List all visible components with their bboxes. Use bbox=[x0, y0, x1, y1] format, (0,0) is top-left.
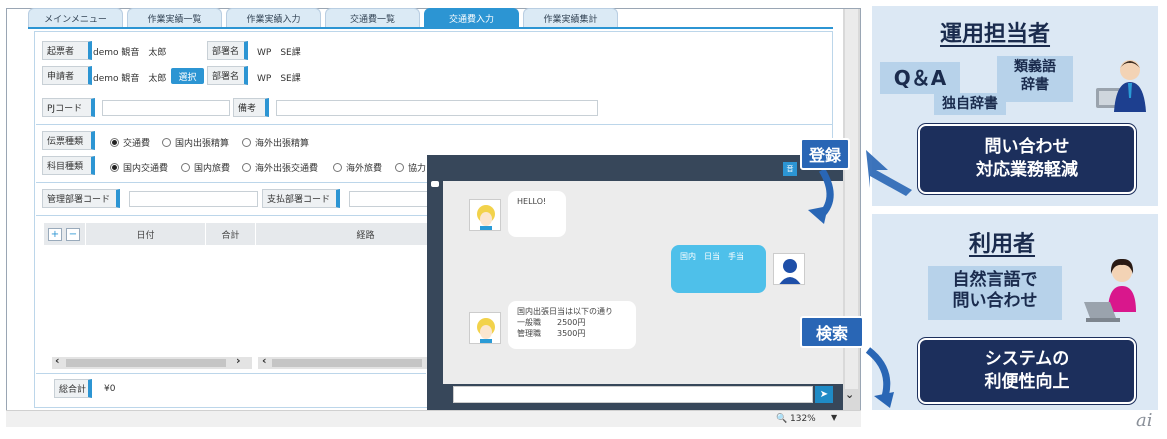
mgmt-dept-code-label: 管理部署コード bbox=[42, 189, 120, 208]
scroll-down-icon[interactable]: ⌄ bbox=[845, 388, 854, 401]
radio-account-domestic-transport[interactable]: 国内交通費 bbox=[110, 161, 168, 174]
tab-expense-list[interactable]: 交通費一覧 bbox=[325, 8, 420, 27]
operator-benefit: 問い合わせ 対応業務軽減 bbox=[918, 124, 1136, 194]
radio-account-partner[interactable]: 協力 bbox=[395, 161, 426, 174]
nl-line: 問い合わせ bbox=[952, 291, 1038, 312]
chat-bubble-icon bbox=[431, 181, 439, 187]
chat-body: HELLO! 国内 日当 手当 国内出張日当は以下の通り 一般職 2500円 管… bbox=[443, 181, 843, 384]
benefit-line: システムの bbox=[984, 349, 1070, 370]
mgmt-dept-code-input[interactable] bbox=[129, 191, 258, 207]
tab-bar: メインメニュー 作業実績一覧 作業実績入力 交通費一覧 交通費入力 作業実績集計 bbox=[28, 8, 622, 27]
chat-input[interactable] bbox=[453, 386, 813, 403]
dept-label-2: 部署名 bbox=[207, 66, 248, 85]
tab-expense-input[interactable]: 交通費入力 bbox=[424, 8, 519, 27]
search-arrow-icon bbox=[865, 347, 894, 408]
benefit-line: 問い合わせ bbox=[984, 137, 1070, 158]
bot-line: 一般職 2500円 bbox=[517, 317, 586, 327]
bot-message-2: 国内出張日当は以下の通り 一般職 2500円 管理職 3500円 bbox=[508, 301, 636, 349]
search-callout: 検索 bbox=[800, 316, 864, 348]
applicant-value: demo 観音 太郎 bbox=[93, 74, 167, 84]
account-type-label: 科目種類 bbox=[42, 156, 95, 175]
add-row-button[interactable]: + bbox=[48, 227, 62, 241]
grid-scrollbar-right[interactable] bbox=[258, 357, 428, 369]
bot-avatar bbox=[469, 199, 501, 231]
custom-dict-tag: 独自辞書 bbox=[934, 93, 1006, 115]
pay-dept-code-label: 支払部署コード bbox=[262, 189, 340, 208]
logo: ai bbox=[1136, 410, 1153, 431]
dept-value-1: WP SE課 bbox=[257, 48, 301, 58]
zoom-level: 132% bbox=[790, 414, 816, 424]
tab-work-list[interactable]: 作業実績一覧 bbox=[127, 8, 222, 27]
slip-type-label: 伝票種類 bbox=[42, 131, 95, 150]
register-return-arrow-icon bbox=[866, 150, 912, 196]
radio-slip-overseas-trip[interactable]: 海外出張精算 bbox=[242, 136, 309, 149]
remarks-input[interactable] bbox=[276, 100, 598, 116]
send-icon: ➤ bbox=[819, 389, 829, 400]
operator-title: 運用担当者 bbox=[940, 22, 1051, 47]
col-date: 日付 bbox=[86, 223, 206, 245]
user-title: 利用者 bbox=[969, 232, 1036, 257]
register-callout: 登録 bbox=[800, 138, 850, 170]
radio-account-domestic-travel[interactable]: 国内旅費 bbox=[181, 161, 230, 174]
bot-avatar bbox=[469, 312, 501, 344]
nl-line: 自然言語で bbox=[952, 270, 1038, 290]
user-benefit: システムの 利便性向上 bbox=[918, 338, 1136, 404]
synonym-dict-tag: 類義語 辞書 bbox=[997, 56, 1073, 102]
natural-language-tag: 自然言語で 問い合わせ bbox=[928, 266, 1062, 320]
tab-work-input[interactable]: 作業実績入力 bbox=[226, 8, 321, 27]
scroll-right-icon[interactable]: › bbox=[236, 354, 241, 367]
dept-label-1: 部署名 bbox=[207, 41, 248, 60]
chat-header-button[interactable]: 音 bbox=[783, 162, 797, 176]
issuer-value: demo 観音 太郎 bbox=[93, 48, 167, 58]
user-message: 国内 日当 手当 bbox=[671, 245, 766, 293]
col-total: 合計 bbox=[206, 223, 256, 245]
qa-tag: Q＆A bbox=[880, 62, 960, 94]
synonym-line: 類義語 bbox=[1014, 59, 1056, 75]
status-bar bbox=[6, 410, 861, 427]
radio-account-overseas-travel[interactable]: 海外旅費 bbox=[333, 161, 382, 174]
grand-total-value: ¥0 bbox=[104, 384, 116, 394]
benefit-line: 利便性向上 bbox=[984, 372, 1070, 392]
scroll-left-icon[interactable]: ‹ bbox=[55, 354, 60, 367]
radio-slip-transport[interactable]: 交通費 bbox=[110, 136, 150, 149]
remarks-label: 備考 bbox=[233, 98, 269, 117]
applicant-label: 申請者 bbox=[42, 66, 92, 85]
send-button[interactable]: ➤ bbox=[815, 386, 833, 403]
benefit-line: 対応業務軽減 bbox=[976, 160, 1078, 180]
issuer-label: 起票者 bbox=[42, 41, 92, 60]
radio-account-overseas-transport[interactable]: 海外出張交通費 bbox=[242, 161, 318, 174]
grand-total-label: 総合計 bbox=[54, 379, 92, 398]
grid-controls: + − bbox=[44, 223, 86, 245]
bot-line: 国内出張日当は以下の通り bbox=[517, 307, 613, 316]
chat-window: 音 HELLO! 国内 日当 手当 国内出張日当は以下の通り 一般職 2500円… bbox=[427, 155, 843, 410]
scroll-left-icon[interactable]: ‹ bbox=[262, 354, 267, 367]
divider bbox=[36, 373, 426, 374]
operator-person-icon bbox=[1096, 60, 1146, 112]
pay-dept-code-input[interactable] bbox=[349, 191, 429, 207]
dept-value-2: WP SE課 bbox=[257, 74, 301, 84]
bot-line: 管理職 3500円 bbox=[517, 328, 586, 338]
grid-scrollbar-left[interactable] bbox=[52, 357, 252, 369]
synonym-line: 辞書 bbox=[1021, 76, 1049, 93]
bot-message-1: HELLO! bbox=[508, 191, 566, 237]
radio-slip-domestic-trip[interactable]: 国内出張精算 bbox=[162, 136, 229, 149]
pj-code-input[interactable] bbox=[102, 100, 230, 116]
tab-main-menu[interactable]: メインメニュー bbox=[28, 8, 123, 27]
tab-work-summary[interactable]: 作業実績集計 bbox=[523, 8, 618, 27]
zoom-icon[interactable]: 🔍 bbox=[776, 414, 787, 424]
select-button[interactable]: 選択 bbox=[171, 68, 204, 84]
user-avatar bbox=[773, 253, 805, 285]
user-person-icon bbox=[1084, 258, 1136, 322]
tab-underline bbox=[28, 27, 833, 29]
pj-code-label: PJコード bbox=[42, 98, 95, 117]
divider bbox=[36, 124, 832, 125]
remove-row-button[interactable]: − bbox=[66, 227, 80, 241]
zoom-dropdown-icon[interactable]: ▼ bbox=[831, 413, 837, 422]
grid-header: + − 日付 合計 経路 bbox=[44, 223, 476, 245]
